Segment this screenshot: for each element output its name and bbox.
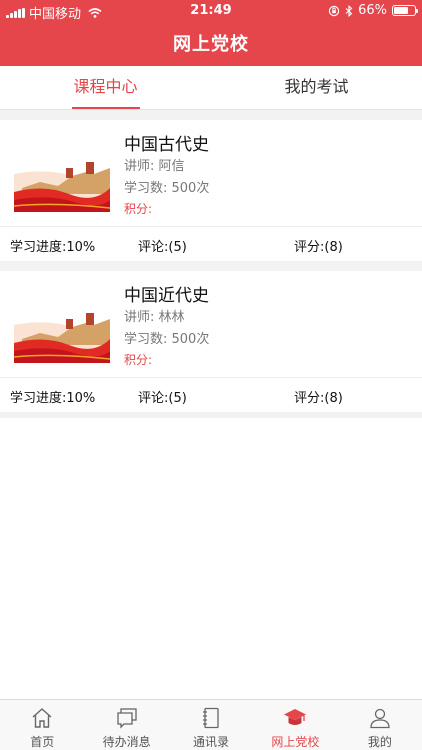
tabbar-label: 网上党校 — [271, 735, 320, 749]
course-thumbnail — [14, 154, 110, 212]
home-icon — [32, 708, 52, 728]
course-comments[interactable]: 评论:(5) — [138, 236, 187, 255]
tabbar-item-messages[interactable]: 待办消息 — [84, 700, 168, 750]
tab-bar-top: 课程中心 我的考试 — [0, 66, 422, 110]
course-progress: 学习进度:10% — [10, 240, 96, 255]
course-teacher: 讲师: 阿信 — [124, 159, 185, 174]
course-thumbnail — [14, 305, 110, 363]
user-icon — [370, 708, 390, 729]
course-rating[interactable]: 评分:(8) — [294, 387, 343, 406]
status-bar: 中国移动 21:49 66% — [0, 0, 422, 22]
tabbar-item-party-school[interactable]: 网上党校 — [253, 700, 337, 750]
course-comments[interactable]: 评论:(5) — [138, 387, 187, 406]
tab-my-exams[interactable]: 我的考试 — [211, 66, 422, 109]
course-card[interactable]: 中国近代史 讲师: 林林 学习数: 500次 积分: 学习进度:10% 评论:(… — [0, 271, 422, 412]
course-points: 积分: — [124, 353, 153, 367]
battery-percent: 66% — [358, 3, 387, 18]
tabbar-item-me[interactable]: 我的 — [338, 700, 422, 750]
bluetooth-icon — [345, 4, 353, 17]
course-card[interactable]: 中国古代史 讲师: 阿信 学习数: 500次 积分: 学习进度:10% 评论:(… — [0, 120, 422, 261]
course-progress: 学习进度:10% — [10, 391, 96, 406]
tabbar-label: 通讯录 — [193, 735, 230, 749]
tabbar-label: 我的 — [367, 735, 392, 749]
graduation-cap-icon — [284, 709, 307, 725]
app-header: 中国移动 21:49 66% 网上党校 — [0, 0, 422, 66]
tabbar-item-home[interactable]: 首页 — [0, 700, 84, 750]
course-stats: 学习进度:10% 评论:(5) 评分:(8) — [0, 226, 422, 261]
address-book-icon — [203, 707, 219, 729]
course-title: 中国近代史 — [124, 286, 209, 306]
course-study-count: 学习数: 500次 — [124, 181, 210, 196]
tabbar-label: 首页 — [30, 735, 55, 749]
course-points: 积分: — [124, 202, 153, 216]
course-study-count: 学习数: 500次 — [124, 332, 210, 347]
course-title: 中国古代史 — [124, 135, 209, 155]
tabbar-item-contacts[interactable]: 通讯录 — [169, 700, 253, 750]
tab-course-center[interactable]: 课程中心 — [0, 66, 211, 109]
page-title: 网上党校 — [173, 34, 249, 55]
content-area — [0, 418, 422, 699]
course-rating[interactable]: 评分:(8) — [294, 236, 343, 255]
orientation-lock-icon — [328, 5, 340, 16]
tabbar-label: 待办消息 — [102, 735, 151, 749]
bottom-tab-bar: 首页 待办消息 通讯录 网上党校 我的 — [0, 699, 422, 750]
course-stats: 学习进度:10% 评论:(5) 评分:(8) — [0, 377, 422, 412]
message-icon — [116, 708, 137, 729]
battery-icon — [392, 5, 418, 16]
course-teacher: 讲师: 林林 — [124, 310, 185, 325]
